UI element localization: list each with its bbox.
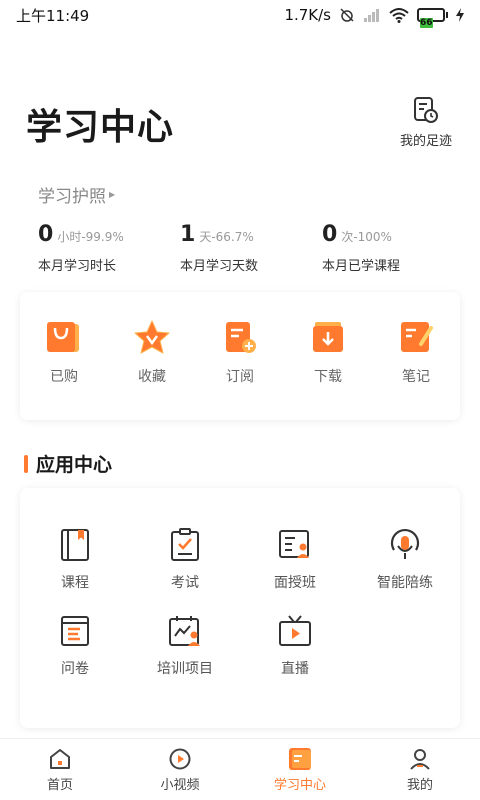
book-icon — [61, 529, 89, 561]
app-center-heading: 应用中心 — [24, 450, 112, 477]
app-classroom[interactable]: 面授班 — [240, 528, 350, 592]
quick-favorites[interactable]: 收藏 — [108, 320, 196, 420]
mic-icon — [390, 529, 420, 559]
download-icon — [313, 322, 343, 352]
stat-study-days: 1 天-66.7% 本月学习天数 — [180, 222, 258, 274]
quick-actions-card: 已购 收藏 订阅 下载 笔记 — [20, 292, 460, 420]
page-title: 学习中心 — [26, 107, 175, 148]
app-exams[interactable]: 考试 — [130, 528, 240, 592]
quick-label: 下载 — [314, 369, 342, 385]
video-icon — [169, 748, 191, 769]
subscribe-icon — [226, 322, 256, 353]
nav-study-center[interactable]: 学习中心 — [240, 739, 360, 800]
app-center-card: 课程 考试 面授班 智能陪练 问卷 培训项目 直播 — [20, 488, 460, 728]
app-label: 面授班 — [274, 575, 316, 591]
quick-label: 已购 — [50, 369, 78, 385]
note-icon — [401, 322, 433, 352]
quick-purchased[interactable]: 已购 — [20, 320, 108, 420]
footprint-icon — [414, 97, 438, 123]
nav-profile[interactable]: 我的 — [360, 739, 480, 800]
battery-icon: 66 — [417, 8, 448, 28]
stat-label: 本月学习天数 — [180, 259, 259, 274]
training-icon — [169, 616, 200, 646]
home-icon — [50, 748, 70, 769]
live-icon — [279, 615, 311, 646]
quick-label: 收藏 — [138, 369, 166, 385]
app-label: 课程 — [61, 575, 89, 591]
triangle-right-icon: ▶ — [109, 190, 116, 199]
battery-level: 66 — [420, 18, 433, 28]
app-training[interactable]: 培训项目 — [130, 614, 240, 678]
app-label: 直播 — [281, 661, 309, 677]
charging-icon — [456, 8, 464, 22]
bottom-nav: 首页 小视频 学习中心 我的 — [0, 738, 480, 800]
signal-icon — [364, 9, 379, 22]
stat-value: 0 — [38, 222, 54, 247]
app-courses[interactable]: 课程 — [20, 528, 130, 592]
status-time: 上午11:49 — [16, 6, 90, 25]
quick-subscriptions[interactable]: 订阅 — [196, 320, 284, 420]
app-label: 智能陪练 — [377, 575, 433, 591]
nav-label: 小视频 — [160, 777, 200, 793]
status-bar: 上午11:49 1.7K/s 66 — [0, 0, 480, 30]
classroom-icon — [279, 530, 309, 558]
stat-unit: 次-100% — [341, 230, 392, 244]
survey-icon — [61, 616, 89, 646]
nav-label: 首页 — [46, 777, 73, 793]
app-grid: 课程 考试 面授班 智能陪练 问卷 培训项目 直播 — [20, 528, 460, 678]
passport-title: 学习护照 — [38, 187, 106, 207]
footprint-label: 我的足迹 — [399, 134, 452, 149]
app-label: 问卷 — [61, 661, 89, 677]
app-ai-practice[interactable]: 智能陪练 — [350, 528, 460, 592]
quick-notes[interactable]: 笔记 — [372, 320, 460, 420]
study-center-icon — [289, 747, 311, 770]
nav-short-video[interactable]: 小视频 — [120, 739, 240, 800]
star-icon — [134, 320, 170, 354]
stat-courses: 0 次-100% 本月已学课程 — [322, 222, 400, 274]
app-label: 培训项目 — [157, 661, 213, 677]
shopping-bag-icon — [47, 322, 79, 352]
passport-link[interactable]: 学习护照 ▶ — [38, 182, 115, 207]
quick-label: 订阅 — [226, 369, 254, 385]
alarm-off-icon — [340, 8, 354, 22]
profile-icon — [410, 748, 430, 770]
stat-unit: 小时-99.9% — [57, 230, 124, 244]
app-survey[interactable]: 问卷 — [20, 614, 130, 678]
app-center-title: 应用中心 — [36, 454, 113, 476]
quick-downloads[interactable]: 下载 — [284, 320, 372, 420]
app-label: 考试 — [171, 575, 199, 591]
stat-label: 本月学习时长 — [38, 259, 117, 274]
stat-value: 0 — [322, 222, 338, 247]
nav-home[interactable]: 首页 — [0, 739, 120, 800]
wifi-icon — [389, 8, 409, 23]
nav-label: 学习中心 — [273, 777, 326, 793]
nav-label: 我的 — [406, 777, 433, 793]
stat-study-hours: 0 小时-99.9% 本月学习时长 — [38, 222, 124, 274]
app-live[interactable]: 直播 — [240, 614, 350, 678]
footprint-button[interactable]: 我的足迹 — [396, 96, 456, 149]
network-speed: 1.7K/s — [284, 6, 331, 24]
section-accent-bar — [24, 454, 28, 473]
stat-value: 1 — [180, 222, 196, 247]
stat-label: 本月已学课程 — [322, 259, 401, 274]
exam-icon — [171, 528, 199, 561]
quick-label: 笔记 — [402, 369, 430, 385]
status-icons: 1.7K/s 66 — [284, 6, 464, 28]
stat-unit: 天-66.7% — [199, 230, 254, 244]
